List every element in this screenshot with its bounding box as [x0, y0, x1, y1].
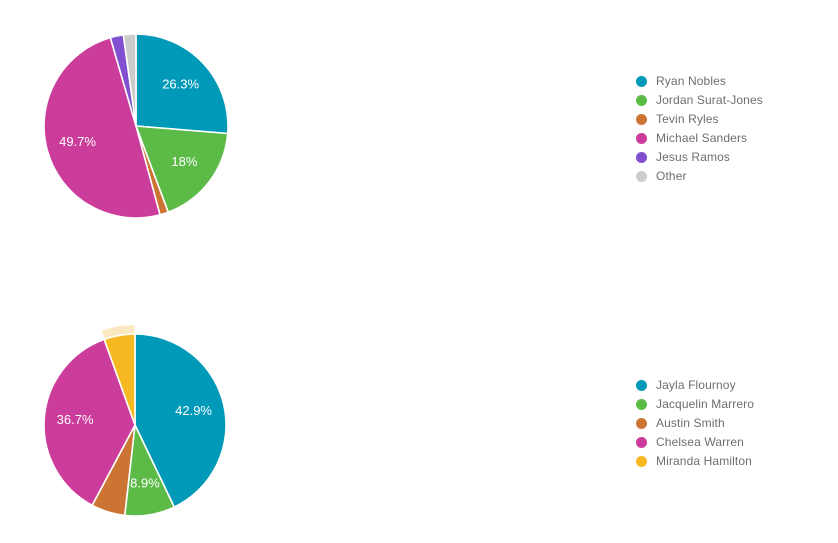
legend-swatch-icon — [636, 418, 647, 429]
legend-swatch-icon — [636, 133, 647, 144]
legend-item[interactable]: Jacquelin Marrero — [636, 395, 754, 414]
legend-item-label: Tevin Ryles — [656, 112, 719, 126]
legend-item[interactable]: Miranda Hamilton — [636, 452, 754, 471]
legend-swatch-icon — [636, 456, 647, 467]
pie-graphic: Ryan Nobles: 26.3%26.3%Jordan Surat-Jone… — [24, 14, 248, 238]
legend-item-label: Miranda Hamilton — [656, 454, 752, 468]
legend-swatch-icon — [636, 380, 647, 391]
legend-item[interactable]: Other — [636, 167, 763, 186]
legend-swatch-icon — [636, 76, 647, 87]
legend-swatch-icon — [636, 399, 647, 410]
legend-swatch-icon — [636, 437, 647, 448]
legend-item[interactable]: Austin Smith — [636, 414, 754, 433]
legend-item[interactable]: Jordan Surat-Jones — [636, 91, 763, 110]
legend-swatch-icon — [636, 152, 647, 163]
legend-item-label: Ryan Nobles — [656, 74, 727, 88]
legend-swatch-icon — [636, 95, 647, 106]
legend-item-label: Jacquelin Marrero — [656, 397, 755, 411]
legend-item[interactable]: Chelsea Warren — [636, 433, 754, 452]
pie-graphic: Jayla Flournoy: 42.9%42.9%Jacquelin Marr… — [24, 314, 246, 536]
legend-item-label: Chelsea Warren — [656, 435, 744, 449]
chart-legend: Ryan Nobles Jordan Surat-Jones Tevin Ryles… — [636, 72, 763, 186]
legend-item-label: Jayla Flournoy — [656, 378, 736, 392]
legend-item[interactable]: Tevin Ryles — [636, 110, 763, 129]
legend-item[interactable]: Jayla Flournoy — [636, 376, 754, 395]
legend-item-label: Other — [656, 169, 687, 183]
legend-item-label: Michael Sanders — [656, 131, 748, 145]
legend-item[interactable]: Ryan Nobles — [636, 72, 763, 91]
legend-item-label: Jesus Ramos — [656, 150, 731, 164]
pie-slice[interactable]: Ryan Nobles: 26.3% — [135, 33, 229, 135]
legend-item-label: Austin Smith — [656, 416, 725, 430]
legend-item[interactable]: Michael Sanders — [636, 129, 763, 148]
legend-item-label: Jordan Surat-Jones — [656, 93, 763, 107]
legend-swatch-icon — [636, 171, 647, 182]
legend-swatch-icon — [636, 114, 647, 125]
legend-item[interactable]: Jesus Ramos — [636, 148, 763, 167]
chart-legend: Jayla Flournoy Jacquelin Marrero Austin Sm… — [636, 376, 754, 471]
